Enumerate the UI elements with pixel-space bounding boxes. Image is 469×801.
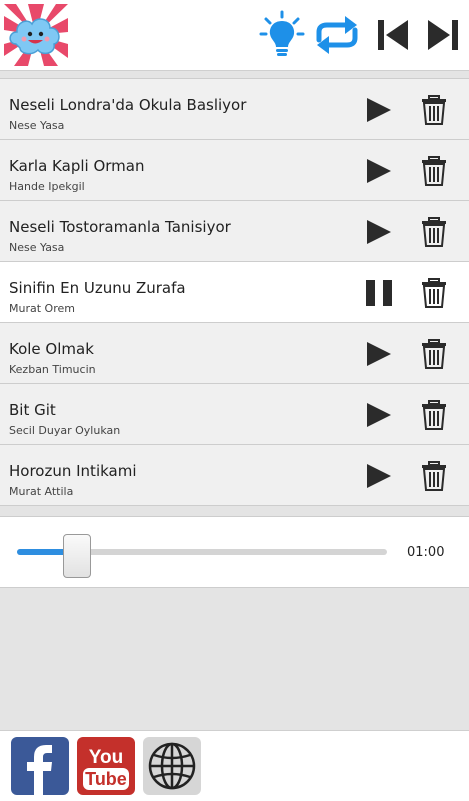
player-bar: 01:00 (0, 516, 469, 588)
playlist-row[interactable]: Neseli Londra'da Okula Basliyor Nese Yasa (0, 79, 469, 140)
track-artist: Murat Orem (9, 302, 75, 315)
youtube-label-top: You (89, 747, 123, 768)
play-icon[interactable] (364, 218, 394, 246)
bottom-bar: You Tube (0, 730, 469, 801)
trash-icon[interactable] (420, 95, 448, 125)
seek-bar-thumb[interactable] (63, 534, 92, 578)
play-icon[interactable] (364, 340, 394, 368)
app-logo (4, 4, 68, 66)
time-display: 01:00 (407, 545, 445, 560)
repeat-icon[interactable] (313, 10, 361, 60)
facebook-icon[interactable] (11, 737, 69, 795)
playlist-row[interactable]: Kole Olmak Kezban Timucin (0, 323, 469, 384)
track-artist: Nese Yasa (9, 119, 65, 132)
playlist-row[interactable]: Bit Git Secil Duyar Oylukan (0, 384, 469, 445)
playlist-row[interactable]: Sinifin En Uzunu Zurafa Murat Orem (0, 262, 469, 323)
playlist-row[interactable]: Karla Kapli Orman Hande Ipekgil (0, 140, 469, 201)
track-artist: Hande Ipekgil (9, 180, 85, 193)
track-title: Bit Git (9, 401, 56, 419)
trash-icon[interactable] (420, 400, 448, 430)
seek-bar[interactable] (17, 534, 387, 578)
pause-icon[interactable] (364, 279, 394, 307)
track-artist: Nese Yasa (9, 241, 65, 254)
track-artist: Secil Duyar Oylukan (9, 424, 121, 437)
play-icon[interactable] (364, 462, 394, 490)
play-icon[interactable] (364, 157, 394, 185)
track-artist: Kezban Timucin (9, 363, 96, 376)
trash-icon[interactable] (420, 461, 448, 491)
playlist-row[interactable]: Horozun Intikami Murat Attila (0, 445, 469, 506)
track-title: Karla Kapli Orman (9, 157, 145, 175)
globe-icon[interactable] (143, 737, 201, 795)
track-title: Neseli Londra'da Okula Basliyor (9, 96, 247, 114)
track-title: Neseli Tostoramanla Tanisiyor (9, 218, 231, 236)
next-icon[interactable] (418, 10, 466, 60)
track-title: Sinifin En Uzunu Zurafa (9, 279, 186, 297)
previous-icon[interactable] (370, 10, 418, 60)
track-artist: Murat Attila (9, 485, 74, 498)
play-icon[interactable] (364, 96, 394, 124)
trash-icon[interactable] (420, 156, 448, 186)
trash-icon[interactable] (420, 278, 448, 308)
youtube-label-bottom: Tube (85, 769, 127, 789)
trash-icon[interactable] (420, 217, 448, 247)
track-title: Kole Olmak (9, 340, 94, 358)
trash-icon[interactable] (420, 339, 448, 369)
top-bar (0, 0, 469, 71)
track-title: Horozun Intikami (9, 462, 137, 480)
playlist: Neseli Londra'da Okula Basliyor Nese Yasa… (0, 78, 469, 506)
youtube-icon[interactable]: You Tube (77, 737, 135, 795)
play-icon[interactable] (364, 401, 394, 429)
playlist-row[interactable]: Neseli Tostoramanla Tanisiyor Nese Yasa (0, 201, 469, 262)
light-bulb-icon[interactable] (258, 10, 306, 60)
